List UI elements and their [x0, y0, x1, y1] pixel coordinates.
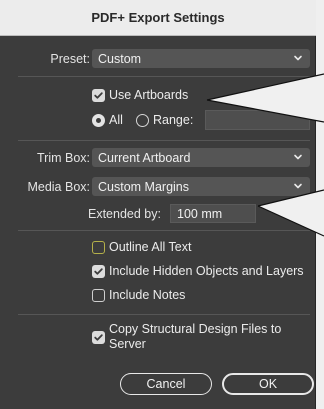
chevron-down-icon — [293, 152, 303, 162]
extended-by-label: Extended by: — [88, 207, 161, 221]
extended-by-input[interactable]: 100 mm — [170, 204, 256, 223]
copy-structural-files-label-line2: Server — [109, 337, 146, 351]
include-hidden-objects-label: Include Hidden Objects and Layers — [109, 264, 304, 278]
include-notes-checkbox[interactable] — [92, 289, 105, 302]
separator — [18, 76, 310, 77]
use-artboards-checkbox[interactable] — [92, 89, 105, 102]
media-box-value: Custom Margins — [98, 179, 189, 194]
separator — [18, 230, 310, 231]
include-hidden-objects-checkbox[interactable] — [92, 265, 105, 278]
cancel-button[interactable]: Cancel — [120, 373, 212, 395]
include-notes-label: Include Notes — [109, 288, 186, 302]
outline-all-text-label: Outline All Text — [109, 240, 192, 254]
copy-structural-files-label-line1: Copy Structural Design Files to — [109, 322, 282, 336]
trim-box-label: Trim Box: — [36, 151, 90, 165]
chevron-down-icon — [293, 53, 303, 63]
extended-by-value: 100 mm — [177, 206, 223, 221]
preset-select[interactable]: Custom — [92, 49, 310, 68]
range-input[interactable] — [205, 110, 310, 130]
pdf-export-dialog: PDF+ Export Settings Preset: Custom Use … — [0, 0, 316, 409]
separator — [18, 140, 310, 141]
title-bar: PDF+ Export Settings — [0, 0, 316, 36]
range-radio-label: Range: — [153, 113, 194, 127]
preset-value: Custom — [98, 51, 142, 66]
outline-all-text-checkbox[interactable] — [92, 241, 105, 254]
copy-structural-files-checkbox[interactable] — [92, 331, 105, 344]
media-box-label: Media Box: — [27, 180, 90, 194]
media-box-select[interactable]: Custom Margins — [92, 177, 310, 196]
dialog-title: PDF+ Export Settings — [91, 10, 225, 25]
cancel-button-label: Cancel — [146, 377, 186, 391]
separator — [18, 314, 310, 315]
ok-button-label: OK — [258, 377, 278, 391]
trim-box-select[interactable]: Current Artboard — [92, 148, 310, 167]
ok-button[interactable]: OK — [222, 373, 314, 395]
all-radio[interactable] — [92, 114, 105, 127]
all-radio-label: All — [109, 113, 123, 127]
chevron-down-icon — [293, 181, 303, 191]
use-artboards-label: Use Artboards — [109, 88, 189, 102]
range-radio[interactable] — [136, 114, 149, 127]
trim-box-value: Current Artboard — [98, 150, 191, 165]
preset-label: Preset: — [50, 52, 90, 66]
